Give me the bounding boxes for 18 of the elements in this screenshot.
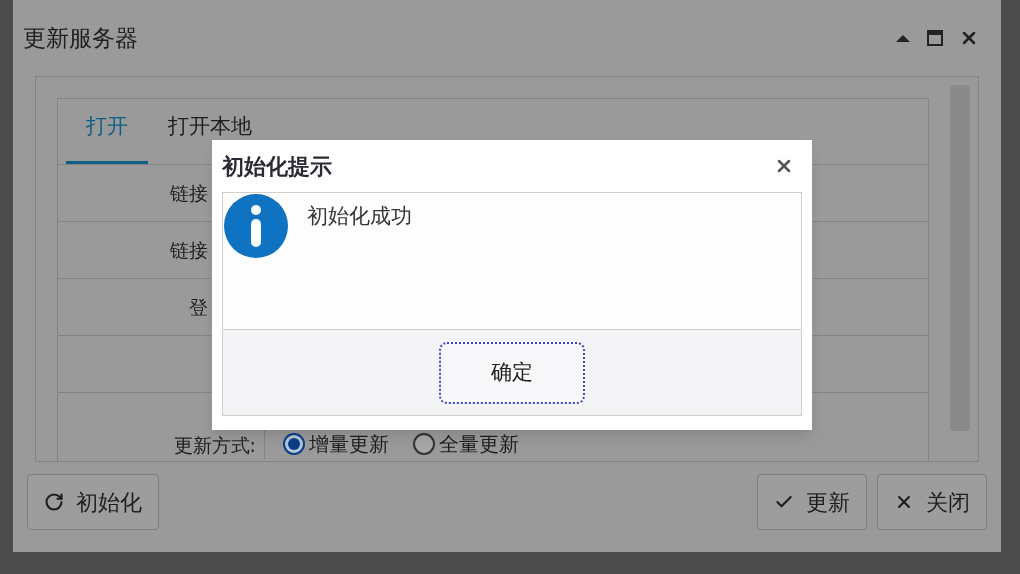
ok-button[interactable]: 确定 [439, 341, 585, 404]
refresh-icon [44, 492, 64, 512]
action-button[interactable]: 初始化 [27, 474, 159, 530]
window-title: 更新服务器 [23, 23, 138, 53]
action-button[interactable]: 关闭 [877, 474, 987, 530]
dialog-title: 初始化提示 [222, 152, 332, 181]
maximize-icon [927, 30, 943, 46]
field-label: 更新方式: [172, 432, 257, 458]
field-label: 链接 [169, 180, 208, 206]
radio-button[interactable] [283, 433, 305, 455]
radio-button[interactable] [413, 433, 435, 455]
action-button[interactable]: 更新 [757, 474, 867, 530]
radio-option[interactable]: 增量更新 [283, 429, 389, 459]
field-label: 登 [188, 294, 208, 320]
radio-option[interactable]: 全量更新 [413, 429, 519, 459]
collapse-icon [895, 33, 911, 43]
dialog-message: 初始化成功 [307, 203, 412, 230]
field-label: 链接 [169, 237, 208, 263]
